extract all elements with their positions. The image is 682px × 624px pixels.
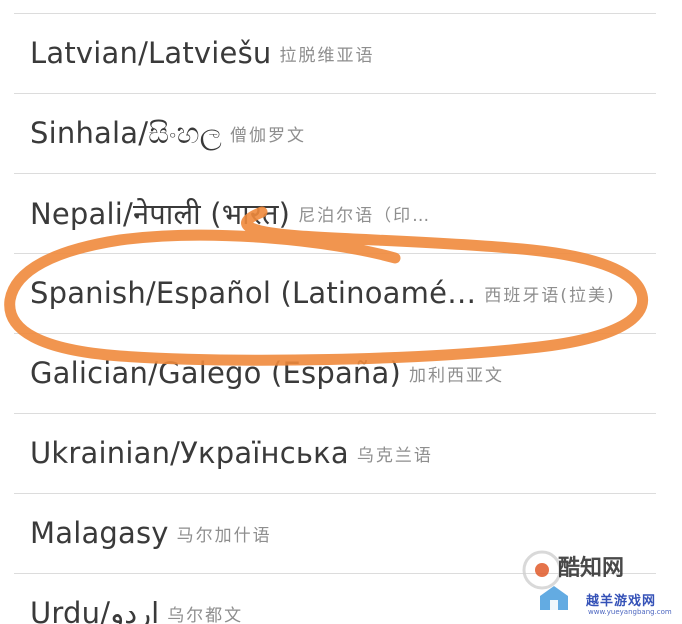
list-item-malagasy[interactable]: Malagasy 马尔加什语 bbox=[0, 493, 682, 573]
language-chinese-name: 尼泊尔语（印… bbox=[298, 205, 432, 226]
list-item-urdu[interactable]: Urdu/اردو 乌尔都文 bbox=[0, 573, 682, 624]
language-chinese-name: 乌克兰语 bbox=[356, 445, 433, 466]
language-name: Sinhala/සිංහල bbox=[30, 115, 222, 150]
list-item-ukrainian[interactable]: Ukrainian/Українська 乌克兰语 bbox=[0, 413, 682, 493]
language-chinese-name: 马尔加什语 bbox=[176, 525, 272, 546]
list-item-galician[interactable]: Galician/Galego (España) 加利西亚文 bbox=[0, 333, 682, 413]
list-item-nepali[interactable]: Nepali/नेपाली (भारत) 尼泊尔语（印… bbox=[0, 173, 682, 253]
language-name: Latvian/Latviešu bbox=[30, 36, 272, 70]
language-name: Ukrainian/Українська bbox=[30, 436, 349, 470]
language-name: Nepali/नेपाली (भारत) bbox=[30, 196, 291, 231]
language-chinese-name: 西班牙语(拉美) bbox=[484, 285, 616, 306]
language-name: Galician/Galego (España) bbox=[30, 356, 401, 390]
language-chinese-name: 加利西亚文 bbox=[408, 365, 504, 386]
list-item-spanish-latam[interactable]: Spanish/Español (Latinoamé… 西班牙语(拉美) bbox=[0, 253, 682, 333]
language-list: Latvian/Latviešu 拉脱维亚语 Sinhala/සිංහල 僧伽罗… bbox=[0, 0, 682, 624]
language-name: Urdu/اردو bbox=[30, 596, 160, 624]
language-name: Spanish/Español (Latinoamé… bbox=[30, 276, 477, 310]
language-name: Malagasy bbox=[30, 516, 169, 550]
language-chinese-name: 僧伽罗文 bbox=[229, 125, 306, 146]
language-chinese-name: 拉脱维亚语 bbox=[279, 45, 375, 66]
list-item-sinhala[interactable]: Sinhala/සිංහල 僧伽罗文 bbox=[0, 93, 682, 173]
list-item-latvian[interactable]: Latvian/Latviešu 拉脱维亚语 bbox=[0, 13, 682, 93]
language-chinese-name: 乌尔都文 bbox=[167, 605, 244, 624]
